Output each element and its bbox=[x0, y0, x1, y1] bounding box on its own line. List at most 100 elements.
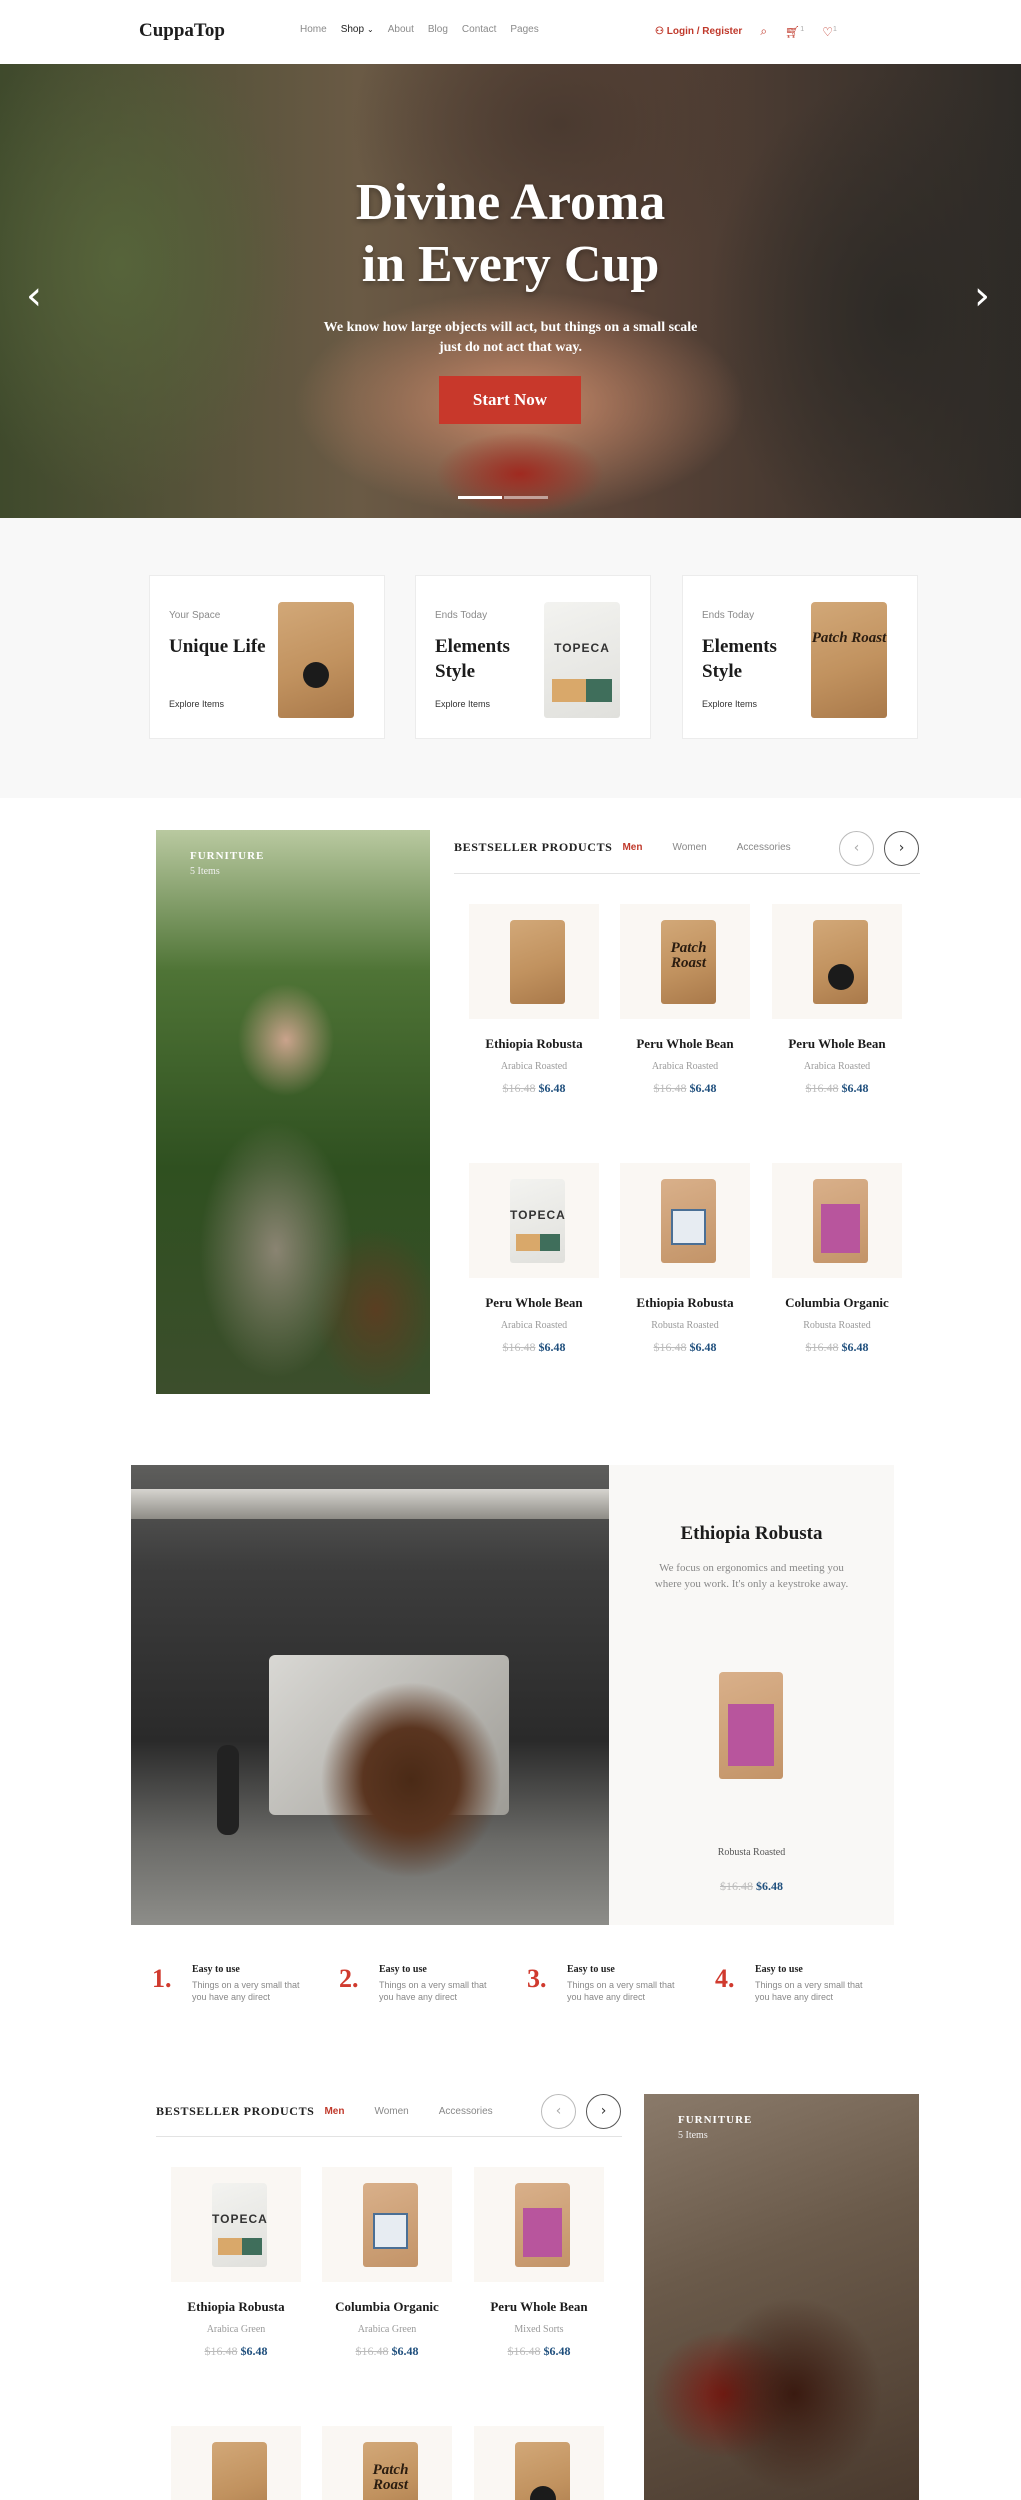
product-name[interactable]: Peru Whole Bean bbox=[620, 1035, 750, 1053]
tab-men[interactable]: Men bbox=[622, 842, 642, 853]
menu-contact[interactable]: Contact bbox=[462, 24, 496, 35]
product-name[interactable]: Peru Whole Bean bbox=[772, 1035, 902, 1053]
featured-title[interactable]: Ethiopia Robusta bbox=[609, 1523, 894, 1545]
product-category: Arabica Roasted bbox=[803, 1061, 871, 1072]
tab-women[interactable]: Women bbox=[374, 2106, 408, 2117]
login-link[interactable]: ⚇ Login / Register bbox=[655, 26, 742, 37]
featured-product[interactable]: Ethiopia Robusta We focus on ergonomics … bbox=[609, 1465, 894, 1925]
product-name[interactable]: Ethiopia Robusta bbox=[469, 1035, 599, 1053]
product-name[interactable]: Ethiopia Robusta bbox=[620, 1294, 750, 1312]
next-arrow-icon[interactable]: › bbox=[884, 831, 919, 866]
product-card[interactable] bbox=[474, 2426, 604, 2500]
tab-accessories[interactable]: Accessories bbox=[439, 2106, 493, 2117]
step-item: 1. Easy to use Things on a very small th… bbox=[152, 1964, 332, 2004]
cart-count: 1 bbox=[800, 25, 805, 33]
card-title: Unique Life bbox=[169, 636, 266, 657]
product-price: $16.48 $6.48 bbox=[507, 2344, 571, 2358]
product-image[interactable]: Patch Roast bbox=[620, 904, 750, 1019]
menu-about[interactable]: About bbox=[388, 24, 414, 35]
hero-title: Divine Aroma in Every Cup bbox=[355, 174, 666, 293]
product-card[interactable]: Columbia Organic Arabica Green $16.48 $6.… bbox=[322, 2167, 452, 2359]
product-category: Arabica Roasted bbox=[500, 1320, 568, 1331]
product-name[interactable]: Ethiopia Robusta bbox=[171, 2298, 301, 2316]
chevron-down-icon: ⌄ bbox=[367, 25, 374, 34]
featured-category: Robusta Roasted bbox=[717, 1847, 786, 1858]
search-icon[interactable]: ⌕ bbox=[760, 24, 767, 39]
product-name[interactable]: Columbia Organic bbox=[772, 1294, 902, 1312]
section-title: BESTSELLER PRODUCTS bbox=[156, 2104, 315, 2118]
step-title: Easy to use bbox=[192, 1964, 240, 1975]
step-description: Things on a very small that you have any… bbox=[567, 1980, 675, 2002]
prev-arrow-icon[interactable]: ‹ bbox=[839, 831, 874, 866]
menu-home[interactable]: Home bbox=[300, 24, 327, 35]
product-name[interactable]: Peru Whole Bean bbox=[474, 2298, 604, 2316]
promo-count: 5 Items bbox=[678, 2130, 708, 2141]
product-image[interactable] bbox=[469, 904, 599, 1019]
menu-pages[interactable]: Pages bbox=[510, 24, 538, 35]
tab-men[interactable]: Men bbox=[324, 2106, 344, 2117]
step-title: Easy to use bbox=[379, 1964, 427, 1975]
bestseller-header: BESTSELLER PRODUCTS Men Women Accessorie… bbox=[454, 840, 791, 855]
explore-link[interactable]: Explore Items bbox=[435, 699, 490, 709]
nav-actions: ⚇ Login / Register ⌕ 🛒︎1 ♡1 bbox=[655, 24, 837, 39]
product-image[interactable] bbox=[171, 2426, 301, 2500]
product-card[interactable]: Ethiopia Robusta Arabica Roasted $16.48 $… bbox=[469, 904, 599, 1096]
divider bbox=[454, 873, 920, 874]
tab-women[interactable]: Women bbox=[672, 842, 706, 853]
next-arrow-icon[interactable]: › bbox=[586, 2094, 621, 2129]
product-price: $16.48 $6.48 bbox=[805, 1340, 869, 1354]
slide-dot[interactable] bbox=[504, 496, 548, 499]
step-number: 3. bbox=[527, 1964, 547, 1993]
promo-banner[interactable]: FURNITURE 5 Items bbox=[644, 2094, 919, 2500]
product-card[interactable]: TOPECA Ethiopia Robusta Arabica Green $1… bbox=[171, 2167, 301, 2359]
start-now-button[interactable]: Start Now bbox=[439, 376, 581, 424]
product-name[interactable]: Columbia Organic bbox=[322, 2298, 452, 2316]
product-card[interactable]: Ethiopia Robusta Robusta Roasted $16.48 $… bbox=[620, 1163, 750, 1355]
heart-icon[interactable]: ♡1 bbox=[822, 25, 837, 39]
slide-dot[interactable] bbox=[458, 496, 502, 499]
product-image[interactable] bbox=[772, 904, 902, 1019]
product-price: $16.48 $6.48 bbox=[204, 2344, 268, 2358]
prev-slide-icon[interactable]: ‹ bbox=[26, 276, 42, 316]
menu-shop[interactable]: Shop ⌄ bbox=[341, 24, 374, 35]
feature-card[interactable]: Your Space Unique Life Explore Items bbox=[149, 575, 385, 739]
explore-link[interactable]: Explore Items bbox=[702, 699, 757, 709]
explore-link[interactable]: Explore Items bbox=[169, 699, 224, 709]
step-description: Things on a very small that you have any… bbox=[755, 1980, 863, 2002]
product-image[interactable] bbox=[322, 2167, 452, 2282]
feature-card[interactable]: Ends Today Elements Style Explore Items … bbox=[415, 575, 651, 739]
menu-blog[interactable]: Blog bbox=[428, 24, 448, 35]
product-card[interactable]: Patch Roast bbox=[322, 2426, 452, 2500]
product-image[interactable]: TOPECA bbox=[171, 2167, 301, 2282]
product-category: Robusta Roasted bbox=[803, 1320, 871, 1331]
product-card[interactable]: Peru Whole Bean Mixed Sorts $16.48 $6.48 bbox=[474, 2167, 604, 2359]
product-card[interactable] bbox=[171, 2426, 301, 2500]
product-card[interactable]: TOPECA Peru Whole Bean Arabica Roasted $… bbox=[469, 1163, 599, 1355]
product-card[interactable]: Columbia Organic Robusta Roasted $16.48 $… bbox=[772, 1163, 902, 1355]
product-card[interactable]: Patch Roast Peru Whole Bean Arabica Roas… bbox=[620, 904, 750, 1096]
promo-banner[interactable]: FURNITURE 5 Items bbox=[156, 830, 430, 1394]
product-image[interactable]: TOPECA bbox=[469, 1163, 599, 1278]
product-price: $16.48 $6.48 bbox=[653, 1340, 717, 1354]
product-category: Mixed Sorts bbox=[514, 2324, 564, 2335]
feature-card[interactable]: Ends Today Elements Style Explore Items … bbox=[682, 575, 918, 739]
tab-accessories[interactable]: Accessories bbox=[737, 842, 791, 853]
step-item: 4. Easy to use Things on a very small th… bbox=[715, 1964, 895, 2004]
card-kicker: Ends Today bbox=[435, 610, 488, 621]
product-image[interactable] bbox=[474, 2167, 604, 2282]
step-description: Things on a very small that you have any… bbox=[379, 1980, 487, 2002]
product-image[interactable] bbox=[474, 2426, 604, 2500]
cart-icon[interactable]: 🛒︎1 bbox=[785, 25, 804, 39]
product-card[interactable]: Peru Whole Bean Arabica Roasted $16.48 $6… bbox=[772, 904, 902, 1096]
next-slide-icon[interactable]: › bbox=[974, 276, 990, 316]
coffee-bag-image[interactable] bbox=[719, 1672, 783, 1779]
prev-arrow-icon[interactable]: ‹ bbox=[541, 2094, 576, 2129]
main-menu: Home Shop ⌄ About Blog Contact Pages bbox=[300, 24, 539, 35]
card-title: Elements Style bbox=[702, 636, 777, 682]
product-image[interactable] bbox=[772, 1163, 902, 1278]
user-icon: ⚇ bbox=[655, 26, 667, 37]
product-image[interactable]: Patch Roast bbox=[322, 2426, 452, 2500]
product-image[interactable] bbox=[620, 1163, 750, 1278]
product-name[interactable]: Peru Whole Bean bbox=[469, 1294, 599, 1312]
site-logo[interactable]: CuppaTop bbox=[139, 20, 225, 42]
